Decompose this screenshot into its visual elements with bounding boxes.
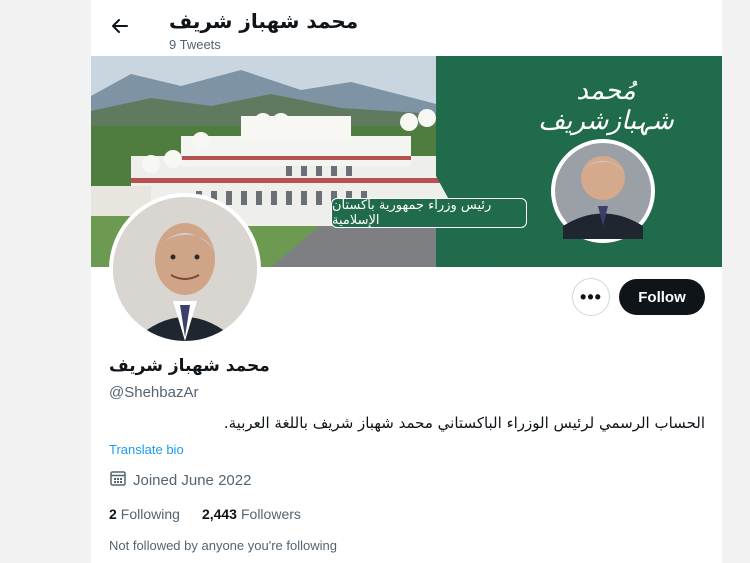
following-label: Following	[120, 506, 180, 522]
banner-calligraphy-name: مُحمد شہبازشریف	[538, 76, 674, 136]
ellipsis-icon: •••	[580, 286, 602, 307]
avatar[interactable]	[109, 193, 261, 345]
banner-caption: رئیس وزراء جمهوریة باكستان الإسلامية	[331, 198, 527, 228]
followers-link[interactable]: 2,443 Followers	[202, 506, 301, 522]
joined-date: Joined June 2022	[109, 469, 251, 491]
header-title: محمد شهباز شريف	[169, 9, 359, 33]
avatar-portrait	[113, 197, 257, 341]
followers-count: 2,443	[201, 506, 237, 522]
follow-button[interactable]: Follow	[619, 279, 705, 315]
followers-label: Followers	[240, 506, 301, 522]
not-followed-notice: Not followed by anyone you're following	[109, 538, 337, 553]
display-name: محمد شهباز شريف	[109, 356, 270, 376]
profile-column: محمد شهباز شريف 9 Tweets مُحمد شہبازشریف…	[90, 0, 723, 563]
calendar-icon	[109, 469, 127, 491]
translate-bio-link[interactable]: Translate bio	[109, 442, 184, 457]
more-options-button[interactable]: •••	[572, 278, 610, 316]
follow-stats: 2 Following 2,443 Followers	[109, 506, 301, 522]
back-button[interactable]	[105, 13, 135, 43]
profile-header: محمد شهباز شريف 9 Tweets	[91, 0, 722, 56]
following-link[interactable]: 2 Following	[109, 506, 180, 522]
tweet-count: 9 Tweets	[169, 37, 221, 52]
following-count: 2	[109, 506, 117, 522]
handle: @ShehbazAr	[109, 384, 199, 401]
joined-text: Joined June 2022	[133, 471, 252, 489]
arrow-left-icon	[110, 16, 130, 41]
bio: الحساب الرسمي لرئيس الوزراء الباكستاني م…	[223, 414, 705, 432]
